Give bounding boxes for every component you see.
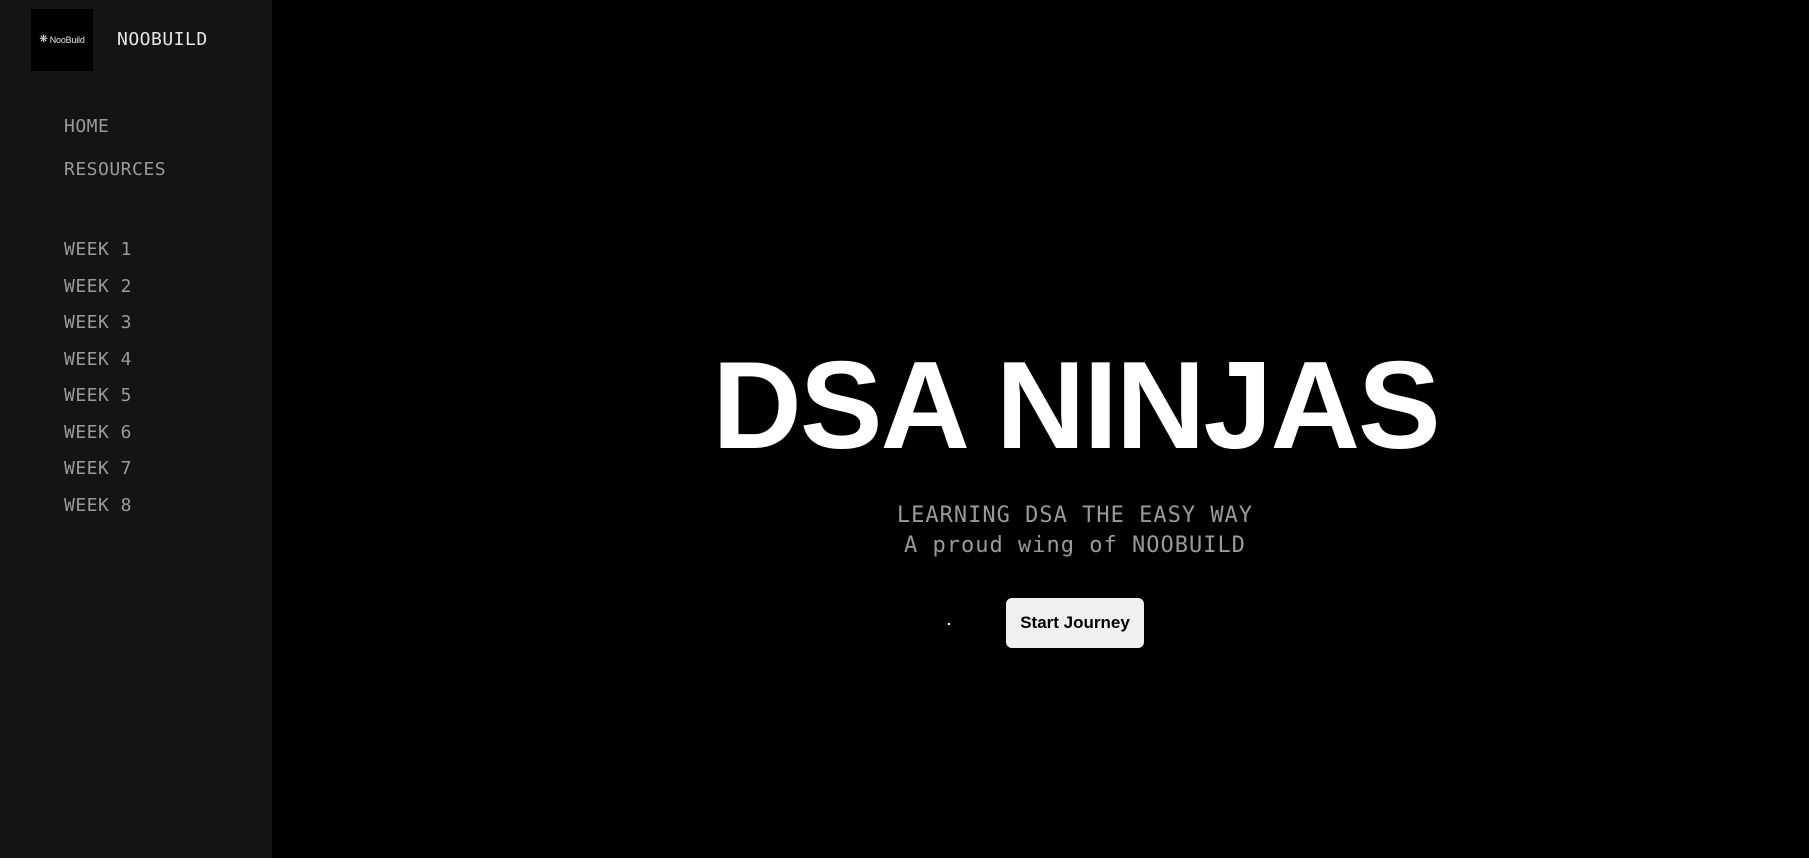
sidebar-item-resources[interactable]: RESOURCES [64, 158, 166, 182]
sidebar-item-week-1[interactable]: WEEK 1 [64, 238, 132, 262]
hero-subtitle: LEARNING DSA THE EASY WAY [896, 503, 1254, 528]
page: ❋ NooBuild NOOBUILD HOME RESOURCES WEEK … [0, 0, 1809, 858]
sidebar-item-week-8[interactable]: WEEK 8 [64, 494, 132, 518]
sidebar-item-week-7[interactable]: WEEK 7 [64, 457, 132, 481]
sidebar-item-week-2[interactable]: WEEK 2 [64, 275, 132, 299]
decorative-dot [948, 623, 950, 625]
sidebar-item-week-5[interactable]: WEEK 5 [64, 384, 132, 408]
flower-asterisk-icon: ❋ [39, 34, 48, 45]
sidebar-item-week-6[interactable]: WEEK 6 [64, 421, 132, 445]
brand-name[interactable]: NOOBUILD [117, 28, 208, 52]
sidebar-item-home[interactable]: HOME [64, 115, 109, 139]
logo-text: NooBuild [49, 34, 85, 45]
logo[interactable]: ❋ NooBuild [31, 9, 93, 71]
sidebar-item-week-4[interactable]: WEEK 4 [64, 348, 132, 372]
sidebar-item-week-3[interactable]: WEEK 3 [64, 311, 132, 335]
start-journey-button[interactable]: Start Journey [1006, 598, 1144, 648]
hero-tagline: A proud wing of NOOBUILD [904, 533, 1246, 558]
hero-title: DSA NINJAS [712, 337, 1440, 475]
sidebar: ❋ NooBuild NOOBUILD HOME RESOURCES WEEK … [0, 0, 272, 858]
